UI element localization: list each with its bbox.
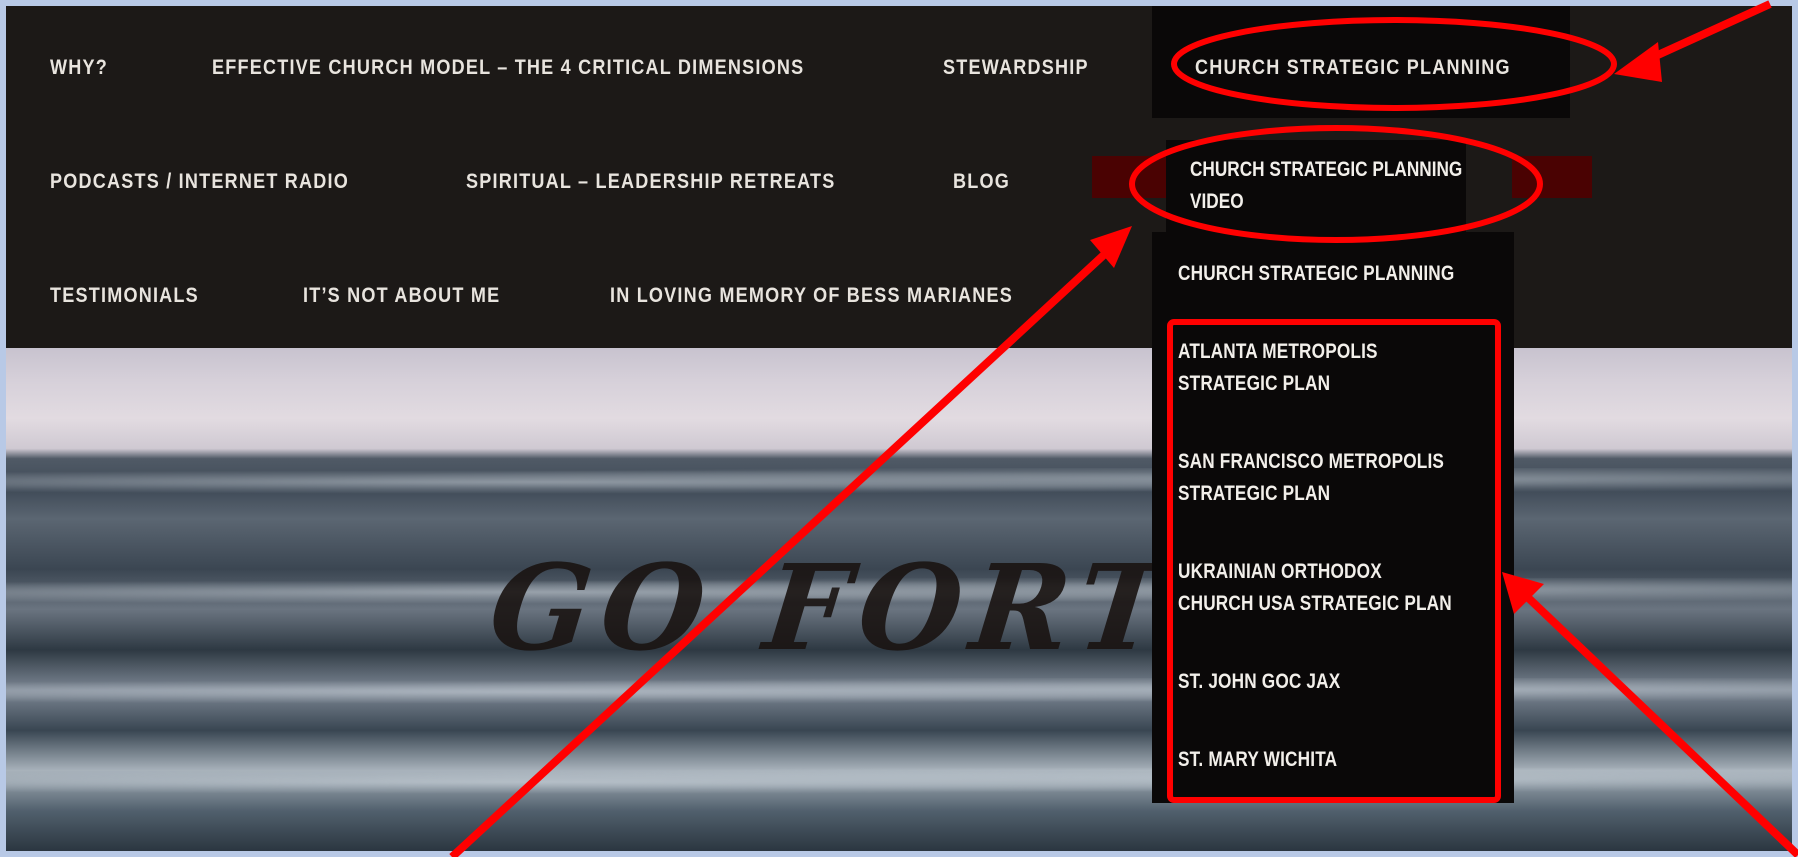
dropdown-item-label: SAN FRANCISCO METROPOLIS — [1178, 450, 1445, 473]
nav-item-its-not-about-me[interactable]: IT’S NOT ABOUT ME — [303, 284, 500, 308]
dropdown-item-label: ATLANTA METROPOLIS — [1178, 340, 1378, 363]
wave-highlight — [6, 678, 1792, 706]
dropdown-item-label: ST. MARY WICHITA — [1178, 748, 1338, 771]
dropdown-item-label: CHURCH STRATEGIC PLANNING — [1178, 262, 1455, 285]
dropdown-item-atlanta[interactable]: ATLANTA METROPOLIS STRATEGIC PLAN — [1178, 336, 1490, 400]
submenu-video-line2: VIDEO — [1190, 190, 1244, 213]
hero-banner: GO FORT — [6, 348, 1792, 851]
wave-highlight — [6, 468, 1792, 496]
nav-item-podcasts[interactable]: PODCASTS / INTERNET RADIO — [50, 170, 349, 194]
nav-item-why[interactable]: WHY? — [50, 56, 108, 80]
nav-item-blog[interactable]: BLOG — [953, 170, 1010, 194]
submenu-accent — [1512, 156, 1592, 198]
submenu-video-line1: CHURCH STRATEGIC PLANNING — [1190, 158, 1463, 181]
dropdown-item-st-mary[interactable]: ST. MARY WICHITA — [1178, 744, 1490, 776]
dropdown-item-label: ST. JOHN GOC JAX — [1178, 670, 1341, 693]
dropdown-item-label: CHURCH USA STRATEGIC PLAN — [1178, 592, 1452, 615]
dropdown-item-st-john[interactable]: ST. JOHN GOC JAX — [1178, 666, 1490, 698]
nav-item-testimonials[interactable]: TESTIMONIALS — [50, 284, 199, 308]
browser-viewport: GO FORT WHY? EFFECTIVE CHURCH MODEL – TH… — [6, 6, 1792, 851]
dropdown-item-label: UKRAINIAN ORTHODOX — [1178, 560, 1382, 583]
dropdown-item-label: STRATEGIC PLAN — [1178, 372, 1331, 395]
submenu-accent — [1092, 156, 1168, 198]
wave-highlight — [6, 768, 1792, 796]
nav-item-bess-marianes[interactable]: IN LOVING MEMORY OF BESS MARIANES — [610, 284, 1013, 308]
nav-item-stewardship[interactable]: STEWARDSHIP — [943, 56, 1089, 80]
nav-item-effective-church-model[interactable]: EFFECTIVE CHURCH MODEL – THE 4 CRITICAL … — [212, 56, 804, 80]
hero-headline: GO FORT — [483, 538, 1184, 677]
dropdown-item-label: STRATEGIC PLAN — [1178, 482, 1331, 505]
dropdown-menu: CHURCH STRATEGIC PLANNING ATLANTA METROP… — [1152, 232, 1514, 803]
dropdown-item-church-strategic-planning[interactable]: CHURCH STRATEGIC PLANNING — [1178, 258, 1490, 290]
submenu-video[interactable]: CHURCH STRATEGIC PLANNING VIDEO — [1166, 140, 1466, 232]
nav-item-church-strategic-planning[interactable]: CHURCH STRATEGIC PLANNING — [1195, 56, 1511, 80]
dropdown-item-san-francisco[interactable]: SAN FRANCISCO METROPOLIS STRATEGIC PLAN — [1178, 446, 1490, 510]
nav-item-retreats[interactable]: SPIRITUAL – LEADERSHIP RETREATS — [466, 170, 835, 194]
dropdown-item-ukrainian-orthodox[interactable]: UKRAINIAN ORTHODOX CHURCH USA STRATEGIC … — [1178, 556, 1490, 620]
